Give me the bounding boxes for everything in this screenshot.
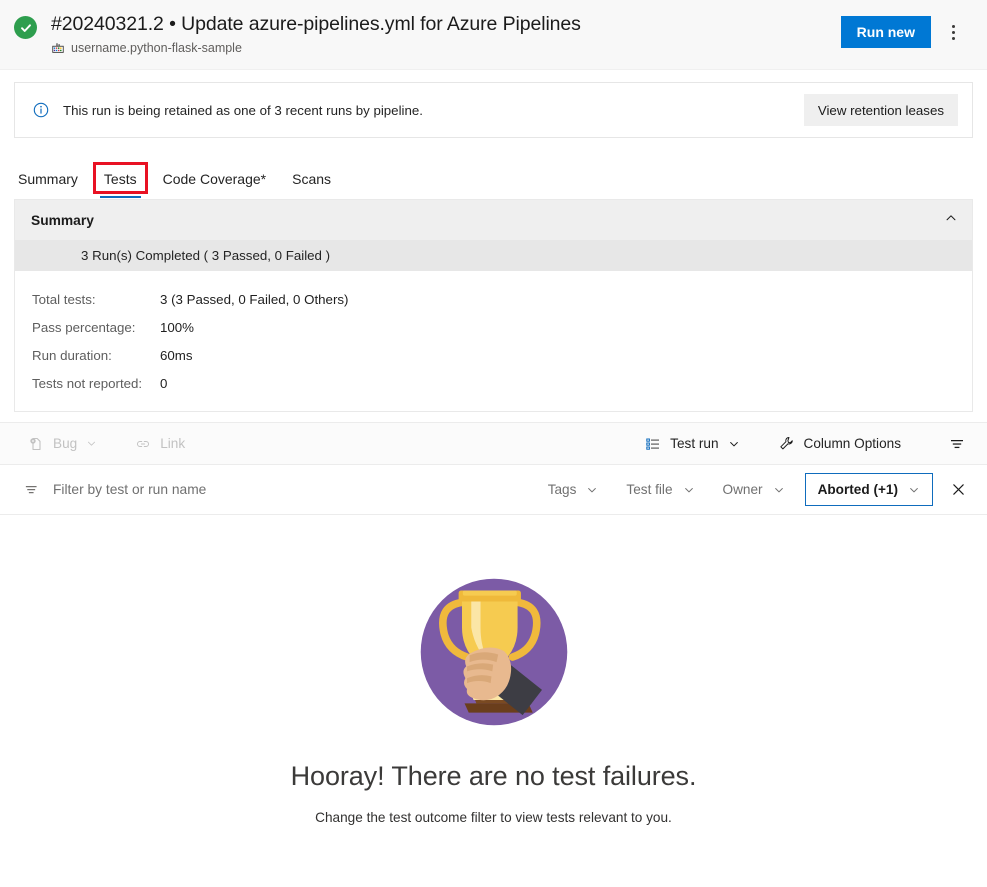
column-options-button[interactable]: Column Options [774,428,905,460]
filter-owner-dropdown[interactable]: Owner [713,474,795,506]
stat-row: Total tests: 3 (3 Passed, 0 Failed, 0 Ot… [15,285,972,313]
wrench-icon [778,435,795,452]
chevron-down-icon [86,438,97,449]
spacer [0,412,987,422]
page-header: #20240321.2 • Update azure-pipelines.yml… [0,0,987,70]
more-actions-kebab-icon[interactable] [937,16,969,48]
filter-outcome-dropdown[interactable]: Aborted (+1) [804,473,933,506]
stat-label: Total tests: [32,291,96,307]
stat-label: Pass percentage: [32,319,136,335]
stat-value: 0 [160,375,168,391]
search-input[interactable] [53,482,473,497]
stat-label: Run duration: [32,347,112,363]
filter-test-file-dropdown[interactable]: Test file [616,474,704,506]
close-icon[interactable] [941,473,975,507]
column-options-label: Column Options [803,436,901,451]
filter-tags-dropdown[interactable]: Tags [538,474,609,506]
tab-scans[interactable]: Scans [284,165,339,191]
summary-heading: Summary [31,212,94,228]
stat-value: 3 (3 Passed, 0 Failed, 0 Others) [160,291,349,307]
create-bug-button[interactable]: Bug [24,428,101,460]
pipeline-icon [51,41,65,55]
retention-banner: This run is being retained as one of 3 r… [14,82,973,138]
retention-banner-message: This run is being retained as one of 3 r… [63,102,423,118]
info-icon [33,102,49,118]
filter-icon [24,482,39,497]
view-retention-leases-button[interactable]: View retention leases [803,94,958,126]
grouping-label: Test run [670,436,719,451]
tab-code-coverage[interactable]: Code Coverage* [155,165,275,191]
empty-state-title: Hooray! There are no test failures. [290,761,697,791]
page-tabs: Summary Tests Code Coverage* Scans [0,138,987,198]
test-summary-card: Summary 3 Run(s) Completed ( 3 Passed, 0… [14,199,973,412]
stat-row: Run duration: 60ms [15,341,972,369]
filter-test-file-label: Test file [626,482,673,497]
filter-outcome-label: Aborted (+1) [817,482,898,497]
bug-icon [28,436,44,452]
chevron-up-icon[interactable] [944,211,958,230]
group-list-icon [645,436,661,452]
filter-bar: Tags Test file Owner Aborted (+1) [0,465,987,515]
chevron-down-icon [586,484,598,496]
create-bug-label: Bug [53,436,78,451]
header-text-block: #20240321.2 • Update azure-pipelines.yml… [51,12,841,55]
stat-label: Tests not reported: [32,375,143,391]
success-check-icon [14,16,37,39]
chevron-down-icon [728,438,740,450]
header-actions: Run new [840,16,969,48]
stat-row: Pass percentage: 100% [15,313,972,341]
summary-section-header[interactable]: Summary [15,200,972,240]
filter-tags-label: Tags [547,482,577,497]
empty-state-subtitle: Change the test outcome filter to view t… [315,810,672,825]
retention-banner-wrapper: This run is being retained as one of 3 r… [0,70,987,138]
link-icon [135,436,151,452]
pipeline-run-tests-page: #20240321.2 • Update azure-pipelines.yml… [0,0,987,887]
run-new-button[interactable]: Run new [840,16,931,48]
stat-value: 100% [160,319,195,335]
grouping-dropdown[interactable]: Test run [641,428,743,460]
stat-row: Tests not reported: 0 [15,369,972,397]
results-grid-toolbar: Bug Link Test run Column Options [0,422,987,465]
pipeline-name: username.python-flask-sample [71,41,242,55]
filter-toggle-icon[interactable] [941,428,973,460]
link-label: Link [160,436,186,451]
stat-value: 60ms [160,347,193,363]
tab-summary[interactable]: Summary [10,165,86,191]
chevron-down-icon [683,484,695,496]
filter-owner-label: Owner [722,482,763,497]
link-button[interactable]: Link [131,428,189,460]
trophy-held-in-hand-illustration [414,572,574,737]
chevron-down-icon [908,484,920,496]
page-title: #20240321.2 • Update azure-pipelines.yml… [51,13,581,35]
pipeline-breadcrumb[interactable]: username.python-flask-sample [51,41,841,55]
chevron-down-icon [773,484,785,496]
tab-tests[interactable]: Tests [92,162,148,198]
runs-completed-row: 3 Run(s) Completed ( 3 Passed, 0 Failed … [15,240,972,271]
empty-state: Hooray! There are no test failures. Chan… [0,515,987,825]
summary-stats: Total tests: 3 (3 Passed, 0 Failed, 0 Ot… [15,271,972,411]
search-input-wrapper [24,482,530,497]
